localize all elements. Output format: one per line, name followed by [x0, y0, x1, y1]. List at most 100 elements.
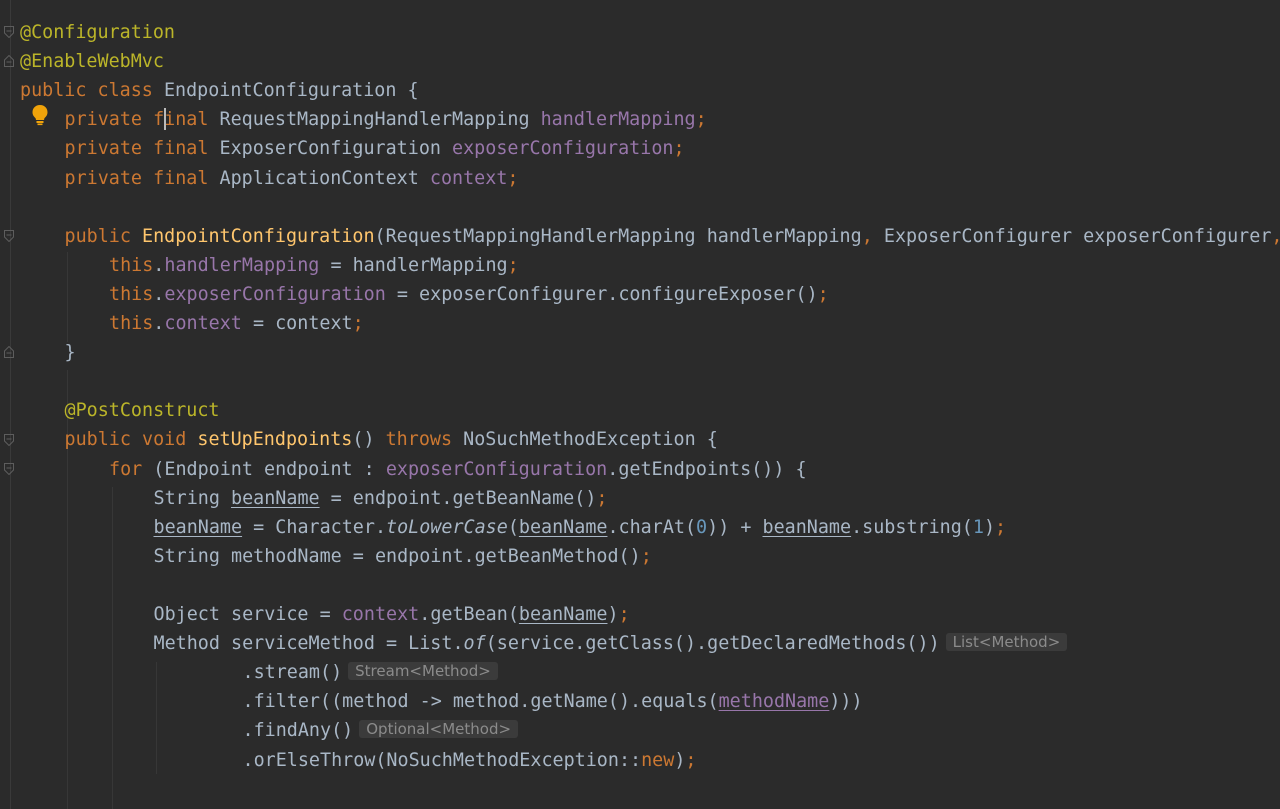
fold-marker-icon[interactable] [4, 230, 14, 242]
code-token: .getBean( [419, 604, 519, 625]
indent-guide [112, 487, 113, 809]
code-token: .findAny() [242, 720, 354, 742]
code-token: public class [20, 80, 164, 102]
code-token: String [153, 487, 232, 509]
text-caret [164, 108, 166, 130]
code-token: private final [64, 109, 220, 131]
code-line[interactable]: .filter((method -> method.getName().equa… [243, 687, 863, 716]
code-token: throws [385, 429, 464, 451]
code-token: .stream() [242, 662, 343, 684]
fold-marker-icon[interactable] [4, 346, 14, 358]
code-token: () [352, 429, 386, 451]
code-token: ; [695, 109, 707, 131]
code-line[interactable]: @Configuration [20, 18, 175, 47]
code-token: ApplicationContext [219, 167, 430, 189]
code-token: handlerMapping [540, 109, 696, 131]
code-line[interactable]: public class EndpointConfiguration { [20, 76, 419, 105]
code-token: (service.getClass().getDeclaredMethods()… [485, 633, 940, 655]
code-line[interactable]: String methodName = endpoint.getBeanMeth… [154, 542, 652, 571]
code-token: private final [64, 138, 220, 160]
code-line[interactable]: Object service = context.getBean(beanNam… [154, 600, 630, 629]
code-line[interactable]: @PostConstruct [65, 396, 220, 425]
code-token: String methodName = endpoint.getBeanMeth… [153, 545, 641, 567]
code-token: private final [64, 167, 220, 189]
code-token: , [861, 225, 884, 247]
fold-marker-icon[interactable] [4, 434, 14, 446]
code-token: @Configuration [20, 22, 176, 43]
code-token: . [153, 283, 165, 305]
code-token: NoSuchMethodException { [463, 429, 718, 451]
code-line[interactable]: String beanName = endpoint.getBeanName()… [154, 484, 608, 513]
code-token: ))) [829, 691, 863, 713]
code-token: ; [618, 604, 630, 625]
code-token: 0 [696, 516, 708, 538]
code-token: context [164, 313, 242, 334]
code-line[interactable]: public void setUpEndpoints() throws NoSu… [65, 425, 718, 454]
code-token: context [341, 604, 420, 625]
code-line[interactable]: beanName = Character.toLowerCase(beanNam… [154, 513, 1007, 542]
code-token: public [64, 225, 143, 247]
code-token: = Character. [242, 516, 387, 538]
code-line[interactable]: .findAny() Optional<Method> [243, 716, 519, 745]
code-token: = handlerMapping [319, 254, 508, 276]
type-hint: Optional<Method> [359, 720, 519, 739]
code-token: )) + [707, 516, 763, 538]
code-token: beanName [762, 516, 852, 538]
intention-bulb-icon[interactable] [31, 104, 49, 126]
code-token: ; [507, 254, 519, 276]
code-token: . [153, 313, 165, 334]
code-line[interactable]: .stream() Stream<Method> [243, 658, 498, 687]
code-line[interactable]: .orElseThrow(NoSuchMethodException::new)… [243, 746, 697, 775]
code-editor[interactable]: @Configuration @EnableWebMvc public class … [0, 0, 1280, 809]
gutter-separator [10, 0, 11, 809]
code-token: this [109, 283, 154, 305]
code-token: . [153, 254, 165, 276]
code-line[interactable]: private final RequestMappingHandlerMappi… [65, 105, 707, 134]
code-token: setUpEndpoints [197, 429, 353, 451]
code-line[interactable]: for (Endpoint endpoint : exposerConfigur… [109, 455, 807, 484]
indent-guide [67, 252, 68, 342]
code-token: (RequestMappingHandlerMapping handlerMap… [374, 225, 862, 247]
code-token: of [463, 633, 486, 655]
code-token: RequestMappingHandlerMapping [219, 109, 541, 131]
code-line[interactable]: private final ApplicationContext context… [65, 164, 519, 193]
code-token: .getEndpoints()) { [607, 458, 807, 480]
code-token: ; [817, 283, 829, 305]
code-token: EndpointConfiguration [142, 225, 375, 247]
type-hint: Stream<Method> [348, 662, 498, 681]
code-token: ; [685, 749, 697, 771]
code-token: Method serviceMethod = List. [153, 633, 464, 655]
code-line[interactable]: this.context = context; [109, 309, 364, 338]
code-token: ExposerConfigurer exposerConfigurer [883, 225, 1272, 247]
code-line[interactable]: Method serviceMethod = List.of(service.g… [154, 629, 1068, 658]
code-token: ; [995, 516, 1007, 538]
code-token: } [64, 342, 76, 364]
code-line[interactable]: @EnableWebMvc [20, 47, 164, 76]
code-line[interactable]: this.exposerConfiguration = exposerConfi… [109, 280, 829, 309]
code-token: ; [640, 545, 652, 567]
code-token: = context [241, 313, 353, 334]
code-token: beanName [153, 516, 243, 538]
fold-marker-icon[interactable] [4, 463, 14, 475]
code-token: exposerConfiguration [385, 458, 608, 480]
code-token: beanName [231, 487, 320, 509]
code-line[interactable]: private final ExposerConfiguration expos… [65, 134, 685, 163]
code-line[interactable]: this.handlerMapping = handlerMapping; [109, 251, 519, 280]
code-line[interactable]: } [65, 338, 76, 367]
code-line[interactable]: public EndpointConfiguration(RequestMapp… [65, 222, 1280, 251]
code-token: toLowerCase [386, 516, 508, 538]
fold-marker-icon[interactable] [4, 26, 14, 38]
code-token: .charAt( [607, 516, 697, 538]
code-token: context [429, 167, 508, 189]
code-token: methodName [718, 691, 830, 713]
code-token: , [1271, 226, 1280, 247]
code-token: .filter((method -> method.getName().equa… [242, 691, 719, 713]
code-token: 1 [972, 516, 984, 538]
code-token: @EnableWebMvc [20, 51, 164, 73]
code-token: .orElseThrow(NoSuchMethodException:: [242, 749, 642, 771]
code-token: ) [674, 749, 686, 771]
code-token: this [109, 254, 154, 276]
code-token: ; [673, 138, 685, 160]
fold-marker-icon[interactable] [4, 55, 14, 67]
code-token: @PostConstruct [64, 400, 220, 422]
